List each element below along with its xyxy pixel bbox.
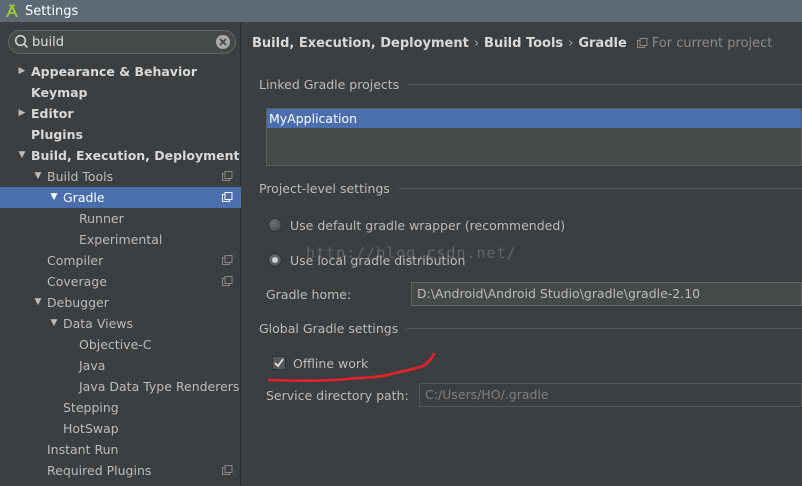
tree-item-label: Debugger — [47, 295, 109, 310]
chevron-right-icon[interactable]: ▶ — [16, 103, 28, 124]
service-directory-row: Service directory path: — [266, 383, 409, 407]
tree-item-label: Build, Execution, Deployment — [31, 148, 240, 163]
divider — [397, 187, 802, 189]
breadcrumb-separator: › — [473, 35, 480, 51]
android-studio-icon — [6, 3, 18, 18]
settings-sidebar: build ▶ Appearance & Behavior Keymap ▶ Edito… — [0, 22, 241, 486]
tree-item-label: Compiler — [47, 253, 104, 268]
tree-item-label: Editor — [31, 106, 74, 121]
breadcrumb-item: Build Tools — [484, 35, 564, 51]
tree-item-label: Coverage — [47, 274, 107, 289]
project-level-header: Project-level settings — [259, 180, 802, 196]
radio-button[interactable] — [268, 218, 282, 232]
project-scope-icon — [222, 255, 233, 265]
tree-item-label: Gradle — [63, 190, 105, 205]
tree-item[interactable]: ▶ Editor — [0, 103, 241, 124]
breadcrumb-item: Gradle — [578, 35, 627, 51]
gradle-home-input[interactable]: D:\Android\Android Studio\gradle\gradle-… — [411, 282, 802, 306]
breadcrumb-item: Build, Execution, Deployment — [252, 35, 469, 51]
scope-indicator: For current project — [636, 35, 773, 51]
chevron-right-icon[interactable]: ▶ — [16, 61, 28, 82]
tree-item-label: Java Data Type Renderers — [79, 379, 240, 394]
scope-label: For current project — [651, 35, 773, 51]
section-title: Linked Gradle projects — [259, 76, 400, 92]
tree-item-label: Experimental — [79, 232, 163, 247]
tree-item-label: Stepping — [63, 400, 119, 415]
linked-projects-list[interactable]: MyApplication — [266, 108, 802, 166]
tree-item-label: Java — [79, 358, 106, 373]
tree-item[interactable]: Compiler — [0, 250, 241, 271]
tree-item[interactable]: Java Data Type Renderers — [0, 376, 241, 397]
project-scope-icon — [636, 37, 648, 48]
project-scope-icon — [222, 171, 233, 181]
tree-item[interactable]: Experimental — [0, 229, 241, 250]
linked-projects-header: Linked Gradle projects — [259, 76, 802, 92]
tree-item[interactable]: Stepping — [0, 397, 241, 418]
tree-item[interactable]: ▼ Build, Execution, Deployment — [0, 145, 241, 166]
chevron-down-icon[interactable]: ▼ — [48, 313, 60, 334]
field-label: Gradle home: — [266, 286, 352, 302]
tree-item[interactable]: Runner — [0, 208, 241, 229]
tree-item-label: Objective-C — [79, 337, 152, 352]
service-directory-input[interactable]: C:/Users/HO/.gradle — [419, 383, 802, 407]
chevron-down-icon[interactable]: ▼ — [48, 187, 60, 208]
tree-item[interactable]: Coverage — [0, 271, 241, 292]
tree-item[interactable]: Java — [0, 355, 241, 376]
use-wrapper-radio[interactable]: Use default gradle wrapper (recommended) — [268, 215, 565, 235]
global-settings-header: Global Gradle settings — [259, 320, 802, 336]
radio-label: Use default gradle wrapper (recommended) — [290, 217, 566, 233]
tree-item[interactable]: ▼ Debugger — [0, 292, 241, 313]
breadcrumb: Build, Execution, Deployment › Build Too… — [252, 35, 772, 51]
project-scope-icon — [222, 276, 233, 286]
tree-item[interactable]: ▶ Appearance & Behavior — [0, 61, 241, 82]
divider — [407, 83, 802, 85]
list-item[interactable]: MyApplication — [267, 109, 801, 128]
breadcrumb-separator: › — [568, 35, 574, 51]
tree-item[interactable]: Instant Run — [0, 439, 241, 460]
tree-item-label: Plugins — [31, 127, 83, 142]
tree-item-label: Runner — [79, 211, 124, 226]
gradle-home-row: Gradle home: — [266, 282, 351, 306]
tree-item-label: Build Tools — [47, 169, 114, 184]
project-scope-icon — [222, 465, 233, 475]
tree-item[interactable]: Objective-C — [0, 334, 241, 355]
tree-item-label: Appearance & Behavior — [31, 64, 197, 79]
tree-item[interactable]: HotSwap — [0, 418, 241, 439]
window-title: Settings — [25, 3, 79, 19]
tree-item-label: HotSwap — [63, 421, 119, 436]
section-title: Project-level settings — [259, 180, 390, 196]
chevron-down-icon[interactable]: ▼ — [32, 166, 44, 187]
watermark: http://blog.csdn.net/ — [306, 244, 517, 262]
chevron-down-icon[interactable]: ▼ — [16, 145, 28, 166]
search-icon — [14, 34, 29, 49]
search-field[interactable]: build — [8, 30, 236, 54]
tree-item-label: Keymap — [31, 85, 88, 100]
tree-item-label: Required Plugins — [47, 463, 152, 478]
divider — [406, 327, 802, 329]
tree-item[interactable]: ▼ Data Views — [0, 313, 241, 334]
title-bar: Settings — [0, 0, 802, 22]
clear-search-icon[interactable] — [215, 34, 231, 50]
tree-item-label: Data Views — [63, 316, 133, 331]
section-title: Global Gradle settings — [259, 320, 399, 336]
red-underline-annotation — [267, 352, 436, 382]
tree-item[interactable]: Keymap — [0, 82, 241, 103]
project-scope-icon — [222, 192, 233, 202]
tree-item[interactable]: Required Plugins — [0, 460, 241, 481]
tree-item-label: Instant Run — [47, 442, 119, 457]
settings-tree: ▶ Appearance & Behavior Keymap ▶ Editor Plugi… — [0, 61, 241, 481]
radio-button[interactable] — [268, 253, 282, 267]
search-input[interactable]: build — [32, 35, 215, 50]
tree-item[interactable]: ▼ Build Tools — [0, 166, 241, 187]
tree-item[interactable]: Plugins — [0, 124, 241, 145]
field-label: Service directory path: — [266, 387, 409, 403]
tree-item[interactable]: ▼ Gradle — [0, 187, 241, 208]
chevron-down-icon[interactable]: ▼ — [32, 292, 44, 313]
